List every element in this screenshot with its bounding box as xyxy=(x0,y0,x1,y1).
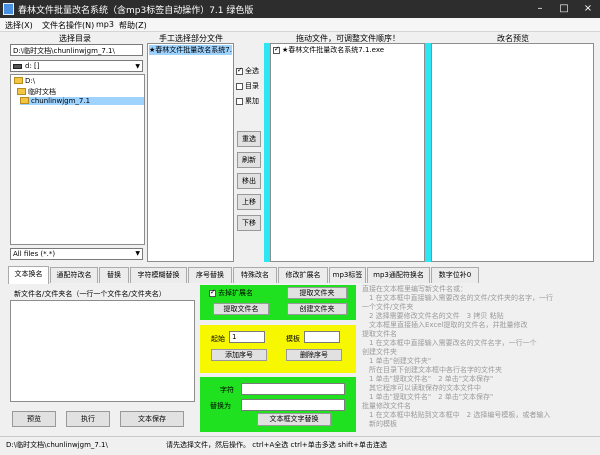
remove-sequence-button[interactable]: 删除序号 xyxy=(286,349,342,361)
start-input[interactable]: 1 xyxy=(229,331,265,343)
refresh-button[interactable]: 刷新 xyxy=(237,152,261,168)
tab-bar: 文本换名 通配符改名 替换 字符模糊替换 序号替换 特殊改名 修改扩展名 mp3… xyxy=(8,266,594,284)
replace-with-label: 替换为 xyxy=(210,402,231,410)
tab-zero-pad[interactable]: 数字位补0 xyxy=(431,267,479,283)
menu-bar: 选择(X) 文件名操作(N) mp3 帮助(Z) xyxy=(0,18,600,32)
tab-special-rename[interactable]: 特殊改名 xyxy=(233,267,277,283)
folder-open-icon xyxy=(17,88,26,95)
tab-fuzzy-replace[interactable]: 字符模糊替换 xyxy=(130,267,187,283)
sequence-panel: 起始 1 模板 添加序号 删除序号 xyxy=(200,325,356,373)
tree-item-temp-docs[interactable]: 临时文档 xyxy=(17,87,56,97)
filter-label: All files (*.*) xyxy=(13,250,56,258)
manual-select-header: 手工选择部分文件 xyxy=(159,34,223,43)
preview-header: 改名预览 xyxy=(497,34,529,43)
menu-mp3[interactable]: mp3 xyxy=(96,20,114,29)
tab-text-rename[interactable]: 文本换名 xyxy=(8,266,49,284)
text-replace-panel: 字符 替换为 文本框文字替换 xyxy=(200,377,356,432)
app-icon xyxy=(3,3,14,15)
tab-replace[interactable]: 替换 xyxy=(99,267,129,283)
new-name-label: 新文件名/文件夹名（一行一个文件名/文件夹名） xyxy=(14,290,166,298)
move-up-button[interactable]: 上移 xyxy=(237,194,261,210)
file-filter-select[interactable]: All files (*.*) ▼ xyxy=(10,248,143,260)
text-save-button[interactable]: 文本保存 xyxy=(120,411,184,427)
extract-folder-button[interactable]: 提取文件夹 xyxy=(287,287,347,299)
start-label: 起始 xyxy=(211,335,225,343)
extract-filename-button[interactable]: 提取文件名 xyxy=(213,303,269,315)
check-icon xyxy=(273,45,280,54)
drag-file-list[interactable]: ★春林文件批量改名系统7.1.exe xyxy=(270,43,425,262)
accumulate-checkbox[interactable]: 累加 xyxy=(236,96,259,106)
close-button[interactable]: × xyxy=(576,0,600,18)
new-name-textarea[interactable] xyxy=(10,300,195,402)
drive-select[interactable]: d: [] ▼ xyxy=(10,60,143,72)
folder-tree[interactable]: D:\ 临时文档 chunlinwjgm_7.1 xyxy=(10,74,145,245)
title-bar: 春林文件批量改名系统（含mp3标签自动操作）7.1 绿色版 – □ × xyxy=(0,0,600,18)
status-bar: D:\临时文档\chunlinwjgm_7.1\ 请先选择文件，然后操作。 ct… xyxy=(0,436,600,455)
chevron-down-icon[interactable]: ▼ xyxy=(135,63,140,70)
menu-select[interactable]: 选择(X) xyxy=(5,20,33,31)
char-label: 字符 xyxy=(220,386,234,394)
list-item[interactable]: ★春林文件批量改名系统7.1.exe xyxy=(273,45,384,55)
drag-panel-header: 拖动文件，可调整文件顺序！ xyxy=(296,34,400,43)
instructions-text: 直接在文本框里编写新文件名或： 1 在文本框中直接输入需要改名的文件/文件夹的名… xyxy=(362,285,554,428)
template-label: 模板 xyxy=(286,335,300,343)
template-input[interactable] xyxy=(304,331,340,343)
menu-help[interactable]: 帮助(Z) xyxy=(119,20,147,31)
move-down-button[interactable]: 下移 xyxy=(237,215,261,231)
extract-panel: 去掉扩展名 提取文件夹 提取文件名 创建文件夹 xyxy=(200,285,356,320)
directory-checkbox[interactable]: 目录 xyxy=(236,81,259,91)
chevron-down-icon: ▼ xyxy=(135,250,140,257)
directory-header: 选择目录 xyxy=(59,34,91,43)
tab-wildcard-rename[interactable]: 通配符改名 xyxy=(50,267,98,283)
find-char-input[interactable] xyxy=(241,383,345,395)
list-item[interactable]: ★春林文件批量改名系统7.1.exe xyxy=(149,45,232,55)
check-icon xyxy=(236,66,243,75)
tab-mp3-wildcard[interactable]: mp3通配符换名 xyxy=(367,267,430,283)
status-hint: 请先选择文件，然后操作。 ctrl+A全选 ctrl+单击多选 shift+单击… xyxy=(166,441,388,449)
drive-icon xyxy=(13,63,22,69)
tree-item-drive[interactable]: D:\ xyxy=(14,77,35,85)
reselect-button[interactable]: 重选 xyxy=(237,131,261,147)
execute-button[interactable]: 执行 xyxy=(66,411,110,427)
add-sequence-button[interactable]: 添加序号 xyxy=(211,349,267,361)
status-path: D:\临时文档\chunlinwjgm_7.1\ xyxy=(6,441,108,449)
remove-ext-checkbox[interactable]: 去掉扩展名 xyxy=(209,288,253,298)
textbox-replace-button[interactable]: 文本框文字替换 xyxy=(257,413,331,426)
maximize-button[interactable]: □ xyxy=(552,0,576,18)
minimize-button[interactable]: – xyxy=(528,0,552,18)
preview-list xyxy=(431,43,594,262)
folder-open-icon xyxy=(20,97,29,104)
menu-filename-ops[interactable]: 文件名操作(N) xyxy=(42,20,94,31)
preview-button[interactable]: 预览 xyxy=(12,411,56,427)
select-all-checkbox[interactable]: 全选 xyxy=(236,66,259,76)
tab-change-extension[interactable]: 修改扩展名 xyxy=(278,267,328,283)
path-input[interactable]: D:\临时文档\chunlinwjgm_7.1\ xyxy=(10,44,143,56)
remove-button[interactable]: 移出 xyxy=(237,173,261,189)
tab-mp3-tags[interactable]: mp3标签 xyxy=(329,267,366,283)
tree-item-chunlinwjgm[interactable]: chunlinwjgm_7.1 xyxy=(20,97,144,105)
check-icon xyxy=(209,288,216,297)
drive-label: d: [] xyxy=(25,62,40,70)
replace-with-input[interactable] xyxy=(241,399,345,411)
window-title: 春林文件批量改名系统（含mp3标签自动操作）7.1 绿色版 xyxy=(18,6,254,16)
create-folder-button[interactable]: 创建文件夹 xyxy=(287,303,347,315)
folder-open-icon xyxy=(14,77,23,84)
manual-file-list[interactable]: ★春林文件批量改名系统7.1.exe xyxy=(147,43,234,262)
tab-sequence-replace[interactable]: 序号替换 xyxy=(188,267,232,283)
